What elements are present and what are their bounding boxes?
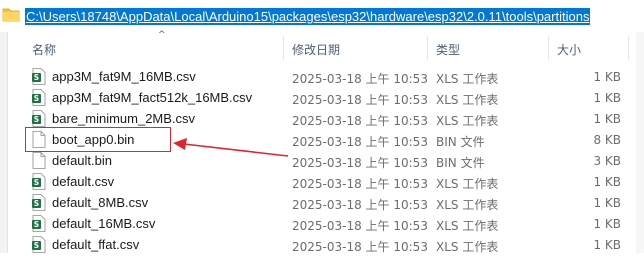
bin-file-icon xyxy=(32,152,46,169)
file-size: 1 KB xyxy=(593,91,621,105)
file-type: XLS 工作表 xyxy=(436,177,499,191)
svg-text:S: S xyxy=(34,220,39,229)
file-name: app3M_fat9M_16MB.csv xyxy=(52,69,196,84)
file-row[interactable]: Sdefault_16MB.csv 2025-03-18 上午 10:53 XLS … xyxy=(8,213,636,234)
csv-file-icon: S xyxy=(32,89,46,106)
file-name: default_16MB.csv xyxy=(52,216,156,231)
file-name: app3M_fat9M_fact512k_16MB.csv xyxy=(52,90,253,105)
file-row[interactable]: Sdefault_8MB.csv 2025-03-18 上午 10:53 XLS 工… xyxy=(8,192,636,213)
csv-file-icon: S xyxy=(32,215,46,232)
file-row[interactable]: Sdefault.csv 2025-03-18 上午 10:53 XLS 工作表 1 … xyxy=(8,171,636,192)
file-row[interactable]: Sapp3M_fat9M_16MB.csv 2025-03-18 上午 10:53… xyxy=(8,66,636,87)
file-type: BIN 文件 xyxy=(436,135,485,149)
highlight-annotation-box xyxy=(25,127,171,152)
file-size: 1 KB xyxy=(593,196,621,210)
svg-text:S: S xyxy=(34,241,39,250)
csv-file-icon: S xyxy=(32,236,46,253)
file-type: BIN 文件 xyxy=(436,156,485,170)
file-name: default.csv xyxy=(52,174,115,189)
file-type: XLS 工作表 xyxy=(436,198,499,212)
column-divider[interactable] xyxy=(427,36,428,60)
svg-text:S: S xyxy=(34,73,39,82)
file-size: 1 KB xyxy=(593,238,621,252)
column-header-size[interactable]: 大小 xyxy=(557,41,581,58)
file-type: XLS 工作表 xyxy=(436,114,499,128)
navigation-pane-edge xyxy=(0,32,8,253)
address-bar[interactable]: C:\Users\18748\AppData\Local\Arduino15\p… xyxy=(0,0,644,32)
column-divider[interactable] xyxy=(628,36,629,60)
file-type: XLS 工作表 xyxy=(436,93,499,107)
column-divider[interactable] xyxy=(548,36,549,60)
file-modified-date: 2025-03-18 上午 10:53 xyxy=(292,135,428,149)
file-modified-date: 2025-03-18 上午 10:53 xyxy=(292,177,428,191)
file-modified-date: 2025-03-18 上午 10:53 xyxy=(292,219,428,233)
svg-text:S: S xyxy=(34,94,39,103)
file-size: 1 KB xyxy=(593,70,621,84)
column-header-modified[interactable]: 修改日期 xyxy=(292,41,340,58)
file-size: 1 KB xyxy=(593,175,621,189)
file-size: 8 KB xyxy=(593,133,621,147)
file-type: XLS 工作表 xyxy=(436,72,499,86)
column-header-row: ^ 名称 修改日期 类型 大小 xyxy=(8,30,636,62)
file-size: 3 KB xyxy=(593,154,621,168)
file-row[interactable]: Sdefault_ffat.csv 2025-03-18 上午 10:53 XLS … xyxy=(8,234,636,255)
file-modified-date: 2025-03-18 上午 10:53 xyxy=(292,114,428,128)
csv-file-icon: S xyxy=(32,110,46,127)
file-type: XLS 工作表 xyxy=(436,219,499,233)
file-name: bare_minimum_2MB.csv xyxy=(52,111,196,126)
csv-file-icon: S xyxy=(32,173,46,190)
file-size: 1 KB xyxy=(593,217,621,231)
column-header-name[interactable]: 名称 xyxy=(32,41,56,58)
file-modified-date: 2025-03-18 上午 10:53 xyxy=(292,198,428,212)
file-type: XLS 工作表 xyxy=(436,240,499,254)
file-row[interactable]: Sapp3M_fat9M_fact512k_16MB.csv 2025-03-18… xyxy=(8,87,636,108)
folder-icon xyxy=(2,6,20,22)
file-size: 1 KB xyxy=(593,112,621,126)
column-header-type[interactable]: 类型 xyxy=(436,41,460,58)
sort-indicator-icon: ^ xyxy=(158,30,166,40)
svg-text:S: S xyxy=(34,115,39,124)
file-modified-date: 2025-03-18 上午 10:53 xyxy=(292,156,428,170)
red-arrow-icon xyxy=(173,138,289,157)
vertical-scrollbar[interactable] xyxy=(636,32,644,253)
csv-file-icon: S xyxy=(32,68,46,85)
file-modified-date: 2025-03-18 上午 10:53 xyxy=(292,93,428,107)
column-divider[interactable] xyxy=(283,36,284,60)
file-modified-date: 2025-03-18 上午 10:53 xyxy=(292,240,428,254)
svg-text:S: S xyxy=(34,178,39,187)
file-row[interactable]: Sbare_minimum_2MB.csv 2025-03-18 上午 10:53… xyxy=(8,108,636,129)
file-modified-date: 2025-03-18 上午 10:53 xyxy=(292,72,428,86)
file-name: default.bin xyxy=(52,153,112,168)
svg-text:S: S xyxy=(34,199,39,208)
file-row[interactable]: default.bin 2025-03-18 上午 10:53 BIN 文件 3 KB xyxy=(8,150,636,171)
file-name: default_8MB.csv xyxy=(52,195,149,210)
address-path-text[interactable]: C:\Users\18748\AppData\Local\Arduino15\p… xyxy=(25,8,591,25)
file-name: default_ffat.csv xyxy=(52,237,140,252)
csv-file-icon: S xyxy=(32,194,46,211)
